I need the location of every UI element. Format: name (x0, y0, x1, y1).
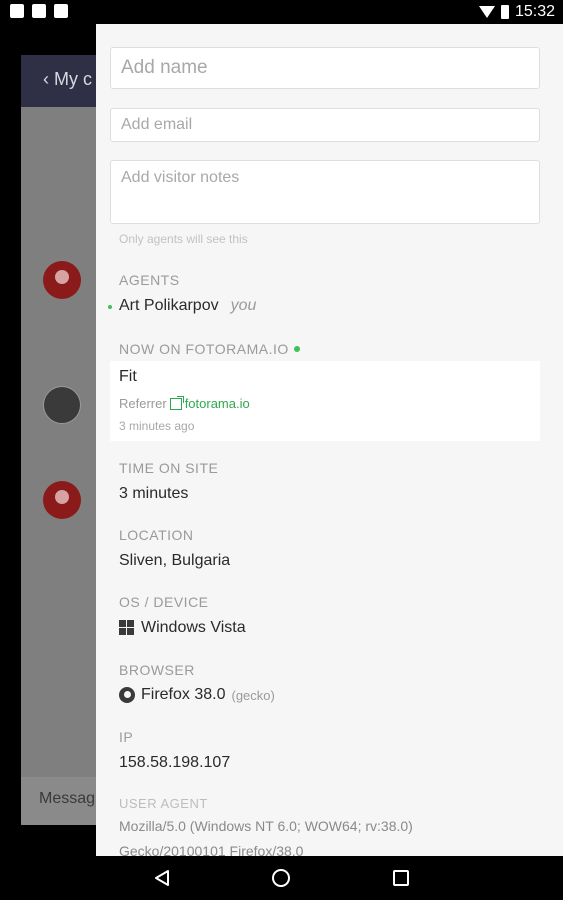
location-value: Sliven, Bulgaria (119, 552, 231, 569)
browser-row: Firefox 38.0 (gecko) (119, 686, 275, 704)
now-on-label-text: NOW ON FOTORAMA.IO (119, 341, 289, 357)
referrer-link-text: fotorama.io (184, 396, 250, 411)
agent-online-dot (108, 305, 112, 309)
online-status-dot (293, 346, 300, 352)
visitor-avatar (43, 261, 81, 299)
navigation-bar (0, 856, 563, 900)
now-on-label: NOW ON FOTORAMA.IO (119, 341, 300, 357)
location-label: LOCATION (119, 527, 194, 543)
agents-label: AGENTS (119, 272, 180, 288)
name-input[interactable]: Add name (110, 47, 540, 89)
ip-value: 158.58.198.107 (119, 754, 231, 771)
notes-hint: Only agents will see this (119, 232, 248, 246)
time-on-site-label: TIME ON SITE (119, 460, 219, 476)
referrer-label: Referrer (119, 396, 167, 411)
browser-value: Firefox 38.0 (141, 686, 226, 703)
ip-label: IP (119, 729, 134, 745)
user-agent-line-1: Mozilla/5.0 (Windows NT 6.0; WOW64; rv:3… (119, 818, 413, 834)
briefcase-notification-icon (54, 4, 68, 18)
battery-icon (500, 5, 509, 19)
windows-icon (119, 620, 135, 636)
referrer-link[interactable]: fotorama.io (169, 395, 250, 411)
os-device-label: OS / DEVICE (119, 594, 209, 610)
external-link-icon (169, 395, 184, 410)
agent-you-label: you (230, 297, 257, 314)
visitor-info-drawer: Add name Add email Add visitor notes Onl… (96, 24, 563, 856)
browser-engine: (gecko) (231, 687, 275, 703)
agent-avatar (43, 386, 81, 424)
page-time-ago: 3 minutes ago (119, 419, 195, 433)
mail-notification-icon (32, 4, 46, 18)
time-on-site-value: 3 minutes (119, 485, 189, 502)
status-bar: 15:32 (0, 0, 563, 24)
current-page-card: Fit Referrer fotorama.io 3 minutes ago (110, 361, 540, 441)
user-agent-label: USER AGENT (119, 796, 208, 811)
message-input-placeholder: Messag (39, 790, 96, 807)
firefox-icon (119, 687, 135, 703)
browser-label: BROWSER (119, 662, 195, 678)
user-agent-value: Mozilla/5.0 (Windows NT 6.0; WOW64; rv:3… (119, 814, 549, 856)
page-title: Fit (119, 368, 137, 385)
home-nav-icon[interactable] (272, 869, 290, 887)
back-nav-icon[interactable] (154, 869, 172, 887)
clock: 15:32 (514, 3, 555, 20)
referrer-row: Referrer fotorama.io (119, 395, 250, 411)
image-notification-icon (10, 4, 24, 18)
name-placeholder: Add name (121, 57, 208, 78)
agent-name: Art Polikarpov (119, 297, 219, 314)
back-button[interactable]: ‹ My c (43, 69, 92, 90)
notes-placeholder: Add visitor notes (121, 169, 240, 186)
email-placeholder: Add email (121, 116, 193, 133)
wifi-icon (478, 6, 495, 18)
visitor-avatar (43, 481, 81, 519)
user-agent-line-2: Gecko/20100101 Firefox/38.0 (119, 843, 304, 856)
os-device-value: Windows Vista (141, 619, 246, 636)
os-device-row: Windows Vista (119, 619, 246, 637)
notes-input[interactable]: Add visitor notes (110, 160, 540, 224)
recents-nav-icon[interactable] (393, 870, 409, 886)
email-input[interactable]: Add email (110, 108, 540, 142)
agent-row: Art Polikarpov you (119, 297, 256, 315)
notification-icons (10, 4, 68, 18)
